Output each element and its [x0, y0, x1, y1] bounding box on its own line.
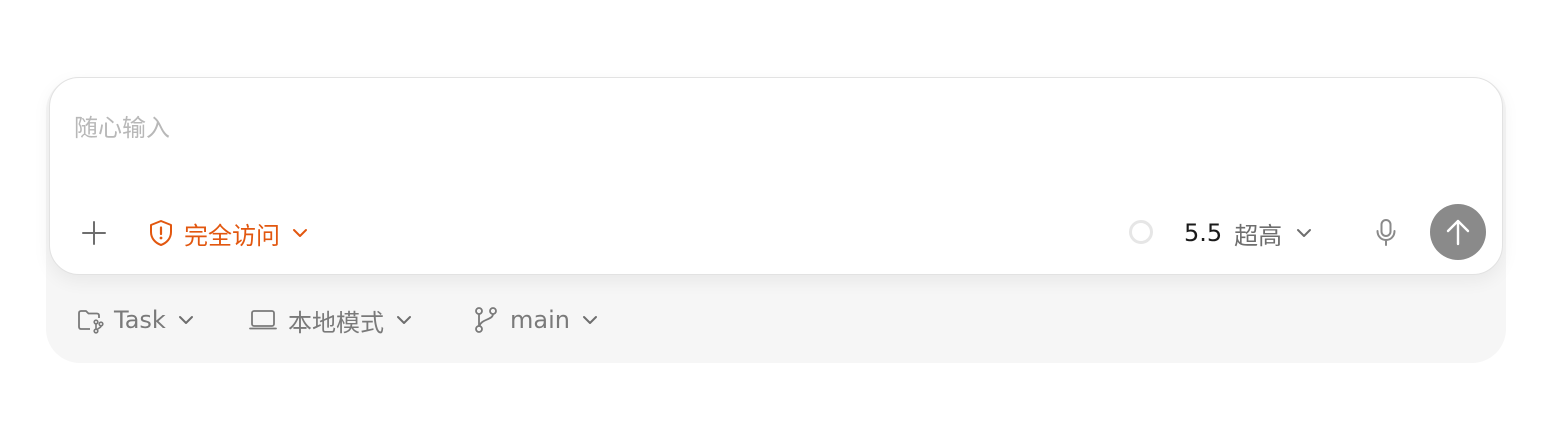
access-mode-dropdown[interactable]: 完全访问 — [148, 214, 310, 252]
model-level: 超高 — [1234, 221, 1283, 250]
project-label: Task — [114, 306, 166, 334]
chevron-down-icon — [290, 223, 310, 243]
shield-alert-icon — [148, 219, 174, 247]
model-selector[interactable]: 5.5 超高 — [1184, 214, 1314, 252]
chevron-down-icon — [1294, 223, 1314, 243]
run-mode-selector[interactable]: 本地模式 — [248, 300, 414, 340]
run-mode-label: 本地模式 — [288, 308, 384, 337]
laptop-icon — [248, 307, 278, 333]
project-selector[interactable]: Task — [76, 300, 196, 340]
chevron-down-icon — [394, 310, 414, 330]
git-branch-icon — [472, 305, 500, 335]
plus-icon — [80, 219, 108, 247]
folder-branch-icon — [76, 306, 104, 334]
microphone-icon — [1374, 218, 1398, 248]
voice-input-button[interactable] — [1370, 216, 1402, 250]
branch-selector[interactable]: main — [472, 300, 600, 340]
send-button[interactable] — [1430, 204, 1486, 260]
prompt-input[interactable] — [74, 108, 1174, 148]
chevron-down-icon — [580, 310, 600, 330]
circle-status-icon — [1129, 220, 1153, 244]
composer-card: 完全访问 5.5 超高 — [49, 77, 1503, 275]
arrow-up-icon — [1444, 217, 1472, 247]
chevron-down-icon — [176, 310, 196, 330]
branch-label: main — [510, 306, 570, 334]
add-button[interactable] — [77, 216, 111, 250]
access-mode-label: 完全访问 — [184, 221, 280, 250]
model-version: 5.5 — [1184, 219, 1223, 247]
